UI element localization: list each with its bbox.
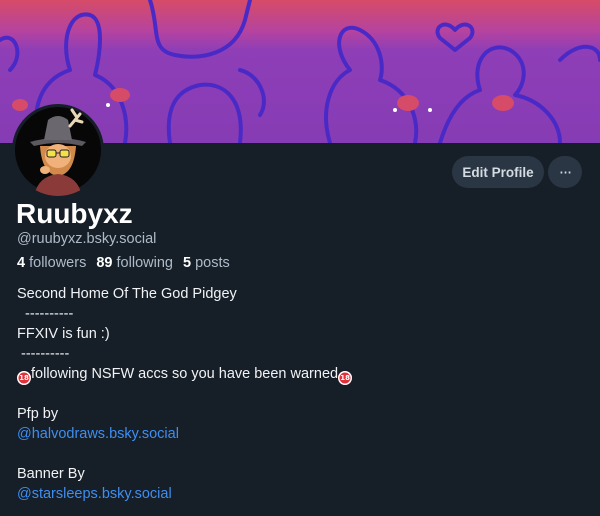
followers-count: 4 bbox=[17, 255, 26, 271]
posts-count: 5 bbox=[182, 255, 192, 271]
followers-label: followers bbox=[29, 255, 87, 271]
profile-handle: @ruubyxz.bsky.social bbox=[17, 231, 157, 247]
bio-warning-text: following NSFW accs so you have been war… bbox=[31, 366, 339, 382]
more-icon: ··· bbox=[558, 162, 572, 182]
posts-label: posts bbox=[195, 255, 230, 271]
avatar[interactable] bbox=[12, 104, 104, 196]
profile-bio: Second Home Of The God Pidgey ----------… bbox=[17, 284, 587, 504]
following-label: following bbox=[116, 255, 173, 271]
eighteen-plus-icon: 18 bbox=[17, 371, 31, 385]
bio-line: ---------- bbox=[17, 346, 70, 362]
banner-artist-link[interactable]: @starsleeps.bsky.social bbox=[17, 486, 172, 502]
bio-line: Banner By bbox=[17, 466, 85, 482]
profile-stats: 4 followers 89 following 5 posts bbox=[17, 255, 230, 271]
bio-spacer bbox=[17, 444, 587, 464]
more-options-button[interactable]: ··· bbox=[548, 156, 582, 188]
bio-line: Pfp by bbox=[17, 406, 59, 422]
pfp-artist-link[interactable]: @halvodraws.bsky.social bbox=[17, 426, 179, 442]
following-count: 89 bbox=[96, 255, 113, 271]
bio-line: FFXIV is fun :) bbox=[17, 326, 110, 342]
following-link[interactable]: 89 following bbox=[96, 255, 173, 271]
display-name: Ruubyxz bbox=[16, 198, 133, 229]
followers-link[interactable]: 4 followers bbox=[17, 255, 86, 271]
bio-spacer bbox=[17, 384, 587, 404]
bio-warning-line: 18 following NSFW accs so you have been w… bbox=[17, 364, 587, 385]
bio-line: ---------- bbox=[17, 306, 74, 322]
eighteen-plus-icon: 18 bbox=[338, 371, 353, 385]
edit-profile-button[interactable]: Edit Profile bbox=[452, 156, 544, 188]
posts-stat: 5 posts bbox=[183, 255, 230, 271]
bio-line: Second Home Of The God Pidgey bbox=[17, 286, 237, 302]
